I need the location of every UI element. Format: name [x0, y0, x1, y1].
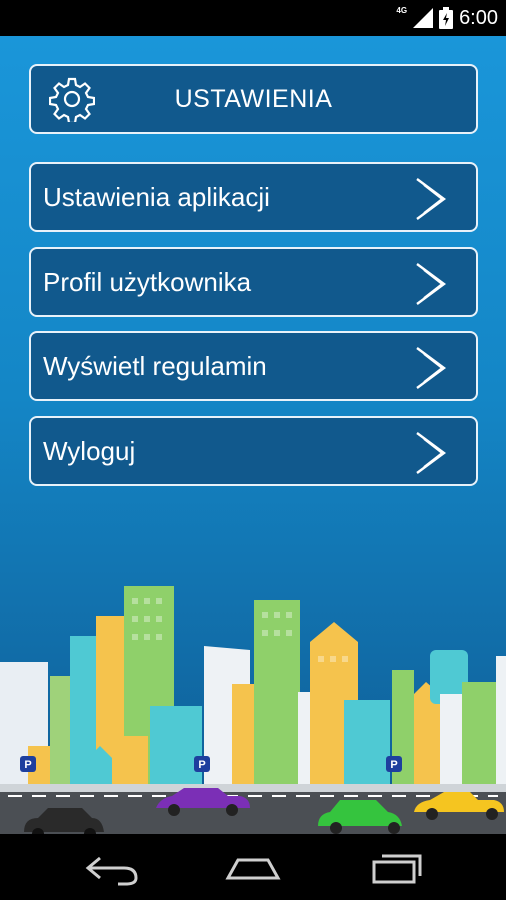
signal-icon — [413, 8, 434, 28]
buildings — [0, 586, 506, 788]
parking-sign: P — [194, 756, 210, 772]
back-icon[interactable] — [78, 844, 148, 890]
chevron-right-icon — [416, 347, 447, 389]
chevron-right-icon — [416, 432, 447, 474]
chevron-right-icon — [416, 178, 447, 220]
home-icon[interactable] — [218, 844, 288, 890]
battery-icon — [439, 7, 454, 29]
city-illustration: P P P — [0, 586, 506, 834]
settings-header: USTAWIENIA — [29, 64, 478, 134]
sidewalk — [0, 784, 506, 792]
menu-item-user-profile[interactable]: Profil użytkownika — [29, 247, 478, 317]
status-icons: 4G 6:00 — [396, 0, 498, 36]
parking-sign: P — [20, 756, 36, 772]
screen: 4G 6:00 USTAWIENIA Ustawienia aplikacji … — [0, 0, 506, 900]
svg-text:P: P — [198, 759, 205, 771]
recent-apps-icon[interactable] — [362, 844, 432, 890]
svg-text:P: P — [390, 759, 397, 771]
menu-item-terms[interactable]: Wyświetl regulamin — [29, 331, 478, 401]
network-type-label: 4G — [396, 5, 408, 15]
menu-item-label: Ustawienia aplikacji — [43, 181, 270, 212]
menu-item-logout[interactable]: Wyloguj — [29, 416, 478, 486]
status-time: 6:00 — [459, 6, 498, 29]
gear-icon — [49, 77, 95, 122]
page-title: USTAWIENIA — [174, 84, 333, 113]
parking-sign: P — [386, 756, 402, 772]
navigation-bar — [0, 834, 506, 900]
menu-item-label: Profil użytkownika — [43, 266, 252, 297]
menu-item-app-settings[interactable]: Ustawienia aplikacji — [29, 162, 478, 232]
svg-text:P: P — [24, 759, 31, 771]
menu-item-label: Wyświetl regulamin — [43, 350, 267, 381]
main-content: USTAWIENIA Ustawienia aplikacji Profil u… — [0, 36, 506, 834]
chevron-right-icon — [416, 263, 447, 305]
status-bar: 4G 6:00 — [0, 0, 506, 36]
menu-item-label: Wyloguj — [43, 435, 136, 466]
